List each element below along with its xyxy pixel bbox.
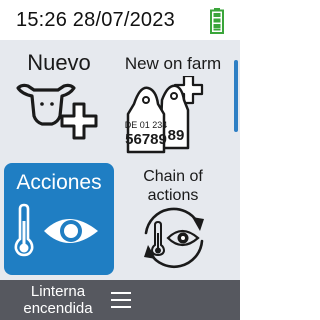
ear-tags-add-icon: DE 01 234 56789 89 [125, 76, 204, 154]
tile-chain-of-actions[interactable]: Chain of actions [118, 163, 228, 275]
battery-full-icon [210, 8, 224, 34]
tile-chain-label-line1: Chain of [143, 168, 203, 185]
thermometer-eye-cycle-icon [144, 207, 204, 269]
tile-chain-label-line2: actions [147, 187, 199, 204]
flashlight-label-line2: encendida [23, 300, 93, 317]
ear-tag-number-partial: 89 [168, 127, 185, 144]
flashlight-toggle[interactable]: Linterna encendida [10, 283, 106, 317]
status-bar: 15:26 28/07/2023 [0, 0, 240, 40]
datetime: 15:26 28/07/2023 [16, 9, 175, 31]
tile-new-on-farm[interactable]: New on farm DE 01 234 56789 89 [118, 44, 228, 156]
thermometer-eye-icon [14, 203, 98, 257]
tile-acciones-label: Acciones [16, 171, 102, 194]
hamburger-menu-icon[interactable] [111, 292, 131, 308]
flashlight-label-line1: Linterna [30, 283, 86, 300]
ear-tag-number: 56789 [125, 131, 167, 148]
tile-nuevo[interactable]: Nuevo [4, 44, 114, 156]
cow-add-icon [16, 83, 98, 140]
ear-tag-line1: DE 01 234 [125, 120, 168, 130]
tile-chain-label: Chain of actions [118, 167, 228, 205]
tile-acciones[interactable]: Acciones [4, 163, 114, 275]
tile-new-on-farm-label: New on farm [124, 54, 222, 73]
scrollbar-thumb[interactable] [234, 60, 238, 132]
bottom-bar: Linterna encendida [0, 280, 240, 320]
tile-nuevo-label: Nuevo [27, 50, 91, 75]
